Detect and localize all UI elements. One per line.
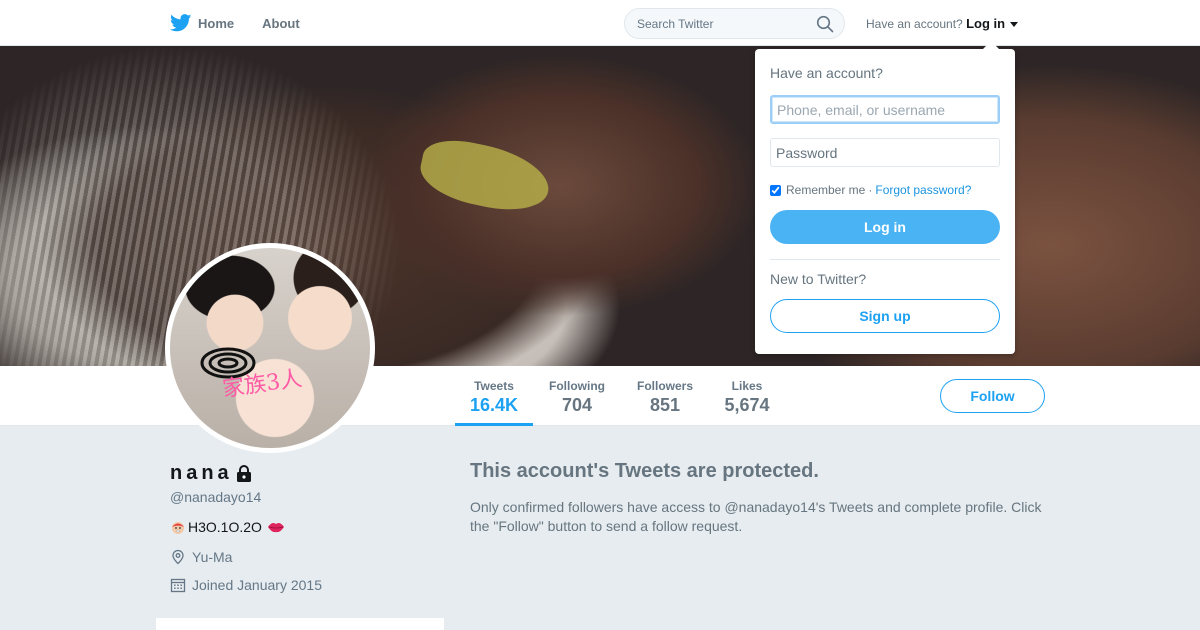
protected-title: This account's Tweets are protected. [470, 460, 819, 482]
account-login-toggle[interactable]: Have an account? Log in [866, 16, 1019, 31]
username-field[interactable] [770, 95, 1000, 124]
profile-joined-text: Joined January 2015 [192, 577, 322, 593]
sidebar-card [156, 618, 444, 630]
stat-likes-value: 5,674 [724, 395, 770, 415]
follow-button[interactable]: Follow [940, 379, 1045, 413]
account-prompt: Have an account? [866, 17, 963, 31]
nav-left: Home About [170, 0, 328, 46]
remember-checkbox[interactable] [770, 184, 781, 196]
profile-location-text: Yu-Ma [192, 549, 233, 565]
avatar-image: 家族3人 [170, 248, 370, 448]
profile-name: nana [170, 462, 450, 485]
remember-row: Remember me · Forgot password? [770, 183, 1000, 197]
login-button[interactable]: Log in [770, 210, 1000, 244]
signup-button[interactable]: Sign up [770, 299, 1000, 333]
stat-followers-label: Followers [636, 379, 693, 393]
profile-bio-text: H3O.1O.2O [188, 519, 262, 535]
stat-tweets-value: 16.4K [469, 395, 519, 415]
lock-icon [236, 464, 251, 482]
stat-likes[interactable]: Likes 5,674 [718, 366, 776, 426]
stat-following-label: Following [549, 379, 605, 393]
remember-label: Remember me [786, 183, 866, 197]
profile-name-text: nana [170, 462, 233, 484]
stat-followers-value: 851 [649, 395, 681, 415]
login-dropdown: Have an account? Remember me · Forgot pa… [755, 41, 1015, 354]
caret-down-icon [1010, 22, 1019, 28]
search-box [624, 8, 845, 39]
search-icon[interactable] [816, 15, 834, 33]
login-link[interactable]: Log in [966, 16, 1005, 31]
stat-tweets[interactable]: Tweets 16.4K [455, 366, 533, 426]
twitter-bird-icon [170, 14, 192, 32]
remember-separator: · [868, 183, 873, 197]
password-field[interactable] [770, 138, 1000, 167]
nav-home-label: Home [198, 15, 235, 31]
profile-joined: Joined January 2015 [170, 577, 450, 593]
stat-following[interactable]: Following 704 [542, 366, 612, 426]
profile-bio: H3O.1O.2O [170, 519, 450, 535]
new-to-twitter-label: New to Twitter? [770, 271, 867, 287]
dropdown-divider [770, 259, 1000, 260]
baby-emoji-icon [172, 522, 184, 534]
location-pin-icon [172, 549, 184, 565]
stat-tweets-label: Tweets [474, 379, 514, 393]
lips-emoji-icon [267, 523, 284, 533]
forgot-password-link[interactable]: Forgot password? [875, 183, 971, 197]
calendar-icon [170, 578, 186, 593]
dropdown-title: Have an account? [770, 65, 883, 81]
avatar[interactable]: 家族3人 [165, 243, 375, 453]
stat-followers[interactable]: Followers 851 [630, 366, 700, 426]
banner-leaf [415, 133, 555, 219]
protected-body: Only confirmed followers have access to … [470, 499, 1042, 534]
stat-following-value: 704 [561, 395, 593, 415]
nav-home[interactable]: Home [170, 14, 234, 32]
search-input[interactable] [625, 9, 805, 38]
nav-about[interactable]: About [262, 16, 300, 31]
nav-about-label: About [262, 15, 300, 31]
protected-notice: This account's Tweets are protected. Onl… [470, 460, 1050, 536]
top-nav: Home About Have an account? Log in [0, 0, 1200, 46]
stat-likes-label: Likes [731, 379, 763, 393]
profile-location: Yu-Ma [170, 549, 450, 565]
profile-handle[interactable]: @nanadayo14 [170, 489, 450, 505]
profile-info: nana @nanadayo14 H3O.1O.2O Yu-Ma Joined … [170, 462, 450, 593]
